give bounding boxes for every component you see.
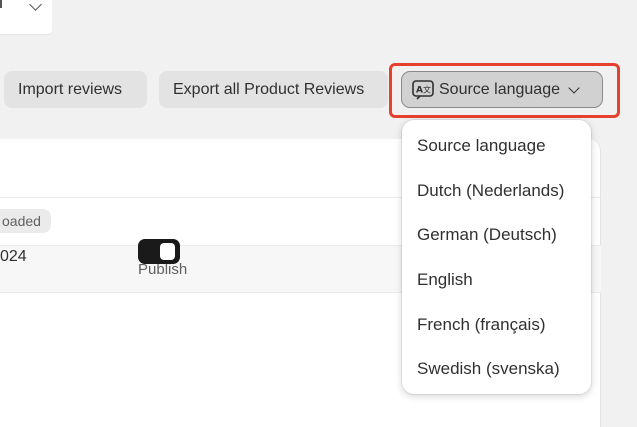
source-language-button[interactable]: A 文 Source language — [401, 71, 603, 108]
translate-icon: A 文 — [412, 79, 434, 100]
review-date: 024 — [0, 248, 27, 265]
language-option-swedish[interactable]: Swedish (svenska) — [402, 347, 591, 392]
export-reviews-button[interactable]: Export all Product Reviews — [159, 71, 388, 108]
status-badge: oaded — [0, 209, 51, 233]
chevron-down-icon — [568, 81, 580, 94]
top-select-partial[interactable] — [0, 0, 52, 34]
language-option-english[interactable]: English — [402, 258, 591, 303]
language-option-source[interactable]: Source language — [402, 124, 591, 169]
publish-toggle[interactable] — [138, 239, 180, 264]
chevron-down-icon — [29, 0, 42, 11]
import-reviews-button[interactable]: Import reviews — [4, 71, 147, 108]
toggle-knob — [160, 243, 175, 260]
language-dropdown-menu: Source language Dutch (Nederlands) Germa… — [402, 120, 591, 394]
language-option-french[interactable]: French (français) — [402, 302, 591, 347]
language-option-dutch[interactable]: Dutch (Nederlands) — [402, 169, 591, 214]
svg-text:A: A — [416, 85, 423, 95]
language-option-german[interactable]: German (Deutsch) — [402, 213, 591, 258]
select-edge — [0, 0, 2, 8]
svg-text:文: 文 — [423, 84, 431, 94]
source-language-label: Source language — [439, 80, 560, 98]
